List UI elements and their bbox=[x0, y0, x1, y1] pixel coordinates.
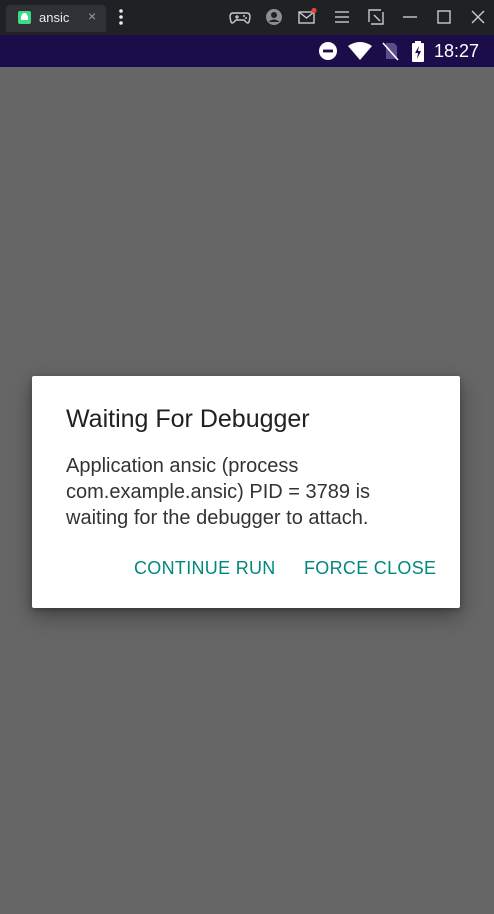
wifi-icon bbox=[347, 41, 373, 61]
emulator-title-bar: ansic × bbox=[0, 0, 494, 35]
android-app-icon bbox=[18, 11, 31, 24]
battery-charging-icon bbox=[408, 41, 428, 62]
gamepad-icon[interactable] bbox=[229, 7, 251, 27]
account-icon[interactable] bbox=[264, 7, 284, 27]
continue-run-button[interactable]: CONTINUE RUN bbox=[134, 558, 276, 579]
dialog-title: Waiting For Debugger bbox=[66, 405, 310, 433]
do-not-disturb-icon bbox=[318, 41, 338, 61]
maximize-icon[interactable] bbox=[434, 7, 454, 27]
close-icon[interactable] bbox=[468, 7, 488, 27]
mail-icon[interactable] bbox=[297, 7, 317, 27]
waiting-for-debugger-dialog: Waiting For Debugger Application ansic (… bbox=[32, 376, 460, 608]
no-sim-icon bbox=[380, 41, 400, 61]
menu-icon[interactable] bbox=[332, 7, 352, 27]
status-bar-clock: 18:27 bbox=[434, 41, 480, 61]
screenshot-icon[interactable] bbox=[366, 7, 386, 27]
tab-close-icon[interactable]: × bbox=[88, 8, 96, 24]
force-close-button[interactable]: FORCE CLOSE bbox=[304, 558, 436, 579]
app-tab[interactable]: ansic × bbox=[6, 5, 106, 32]
more-vert-icon[interactable] bbox=[113, 7, 129, 27]
tab-title: ansic bbox=[39, 10, 70, 25]
dialog-message: Application ansic (process com.example.a… bbox=[66, 455, 371, 529]
status-bar: 18:27 bbox=[0, 35, 494, 67]
minimize-icon[interactable] bbox=[400, 7, 420, 27]
